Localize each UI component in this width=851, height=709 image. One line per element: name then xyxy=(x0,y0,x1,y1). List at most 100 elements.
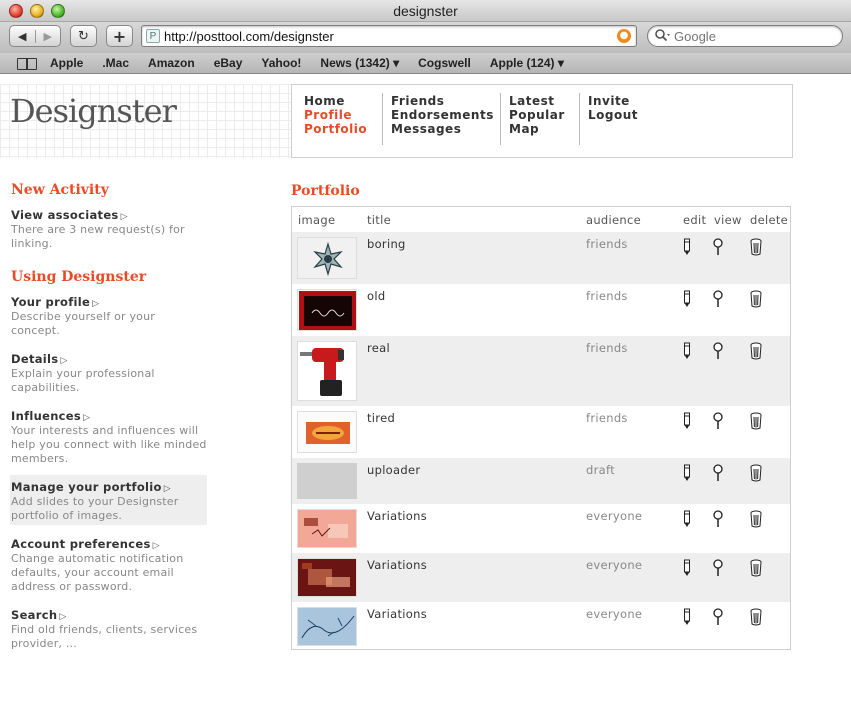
delete-trash-icon[interactable] xyxy=(749,464,765,482)
manage-portfolio-link[interactable]: Manage your portfolio xyxy=(11,480,162,494)
star-ornament-thumbnail[interactable] xyxy=(297,237,357,279)
nav-logout-link[interactable]: Logout xyxy=(588,108,638,122)
nav-endorsements-link[interactable]: Endorsements xyxy=(391,108,494,122)
row-title[interactable]: old xyxy=(367,289,385,303)
table-header: image title audience edit view delete xyxy=(292,207,790,232)
delete-trash-icon[interactable] xyxy=(749,238,765,256)
search-link[interactable]: Search xyxy=(11,608,57,622)
your-profile-link[interactable]: Your profile xyxy=(11,295,90,309)
delete-trash-icon[interactable] xyxy=(749,559,765,577)
bookmark-apple-folder[interactable]: Apple (124) ▾ xyxy=(490,56,564,70)
site-header: Designster Home Profile Portfolio Friend… xyxy=(0,84,851,158)
view-magnifier-icon[interactable] xyxy=(712,464,728,482)
bookmark-apple[interactable]: Apple xyxy=(50,56,83,70)
view-magnifier-icon[interactable] xyxy=(712,510,728,528)
search-icon[interactable] xyxy=(654,28,672,47)
nav-invite-link[interactable]: Invite xyxy=(588,94,638,108)
row-title[interactable]: uploader xyxy=(367,463,420,477)
search-desc: Find old friends, clients, services prov… xyxy=(11,623,198,650)
search-input[interactable] xyxy=(674,29,834,44)
nav-friends-link[interactable]: Friends xyxy=(391,94,494,108)
delete-trash-icon[interactable] xyxy=(749,412,765,430)
view-magnifier-icon[interactable] xyxy=(712,559,728,577)
delete-trash-icon[interactable] xyxy=(749,342,765,360)
nav-column-1: Home Profile Portfolio xyxy=(304,94,367,136)
row-title[interactable]: tired xyxy=(367,411,395,425)
arrow-right-icon: ▷ xyxy=(163,484,171,494)
delete-trash-icon[interactable] xyxy=(749,510,765,528)
nav-latest-link[interactable]: Latest xyxy=(509,94,565,108)
bookmark-amazon[interactable]: Amazon xyxy=(148,56,195,70)
dark-sign-thumbnail[interactable] xyxy=(297,289,357,331)
sidebar-item-view-associates: View associates ▷ There are 3 new request… xyxy=(11,203,207,253)
portfolio-table: image title audience edit view delete bo… xyxy=(291,206,791,650)
sidebar-item-influences: Influences ▷ Your interests and influence… xyxy=(11,404,207,468)
add-bookmark-button[interactable]: + xyxy=(106,25,133,47)
blank-thumbnail[interactable] xyxy=(297,463,357,499)
using-designster-heading: Using Designster xyxy=(11,269,147,285)
delete-trash-icon[interactable] xyxy=(749,608,765,626)
view-magnifier-icon[interactable] xyxy=(712,290,728,308)
back-button[interactable]: ◀ xyxy=(10,30,35,43)
site-logo[interactable]: Designster xyxy=(10,92,177,130)
table-row: old friends xyxy=(292,284,790,336)
edit-pencil-icon[interactable] xyxy=(682,412,698,430)
details-link[interactable]: Details xyxy=(11,352,58,366)
influences-link[interactable]: Influences xyxy=(11,409,81,423)
nav-popular-link[interactable]: Popular xyxy=(509,108,565,122)
red-variation-thumbnail[interactable] xyxy=(297,558,357,597)
manage-portfolio-desc: Add slides to your Designster portfolio … xyxy=(11,495,179,522)
edit-pencil-icon[interactable] xyxy=(682,608,698,626)
edit-pencil-icon[interactable] xyxy=(682,510,698,528)
bookmark-ebay[interactable]: eBay xyxy=(214,56,243,70)
nav-portfolio-link[interactable]: Portfolio xyxy=(304,122,367,136)
address-bar[interactable]: P http://posttool.com/designster ● xyxy=(141,25,637,47)
table-row: Variations everyone xyxy=(292,553,790,602)
nav-profile-link[interactable]: Profile xyxy=(304,108,367,122)
arrow-right-icon: ▷ xyxy=(83,413,90,423)
delete-trash-icon[interactable] xyxy=(749,290,765,308)
row-audience: friends xyxy=(586,341,628,355)
blue-variation-thumbnail[interactable] xyxy=(297,607,357,646)
view-magnifier-icon[interactable] xyxy=(712,412,728,430)
new-activity-heading: New Activity xyxy=(11,182,109,198)
row-title[interactable]: real xyxy=(367,341,390,355)
nav-map-link[interactable]: Map xyxy=(509,122,565,136)
sidebar-item-your-profile: Your profile ▷ Describe yourself or your … xyxy=(11,290,207,340)
sidebar-item-account-preferences: Account preferences ▷ Change automatic no… xyxy=(11,532,207,596)
forward-button[interactable]: ▶ xyxy=(34,29,61,43)
row-title[interactable]: Variations xyxy=(367,558,427,572)
edit-pencil-icon[interactable] xyxy=(682,238,698,256)
bookmarks-book-icon[interactable] xyxy=(16,57,38,70)
search-bar[interactable] xyxy=(647,25,843,47)
nav-messages-link[interactable]: Messages xyxy=(391,122,494,136)
row-title[interactable]: boring xyxy=(367,237,406,251)
bookmark-news-folder[interactable]: News (1342) ▾ xyxy=(320,56,399,70)
edit-pencil-icon[interactable] xyxy=(682,342,698,360)
column-header-view: view xyxy=(714,213,742,227)
view-magnifier-icon[interactable] xyxy=(712,342,728,360)
url-text[interactable]: http://posttool.com/designster xyxy=(164,29,334,44)
edit-pencil-icon[interactable] xyxy=(682,290,698,308)
edit-pencil-icon[interactable] xyxy=(682,559,698,577)
bookmark-mac[interactable]: .Mac xyxy=(102,56,129,70)
row-title[interactable]: Variations xyxy=(367,607,427,621)
nav-home-link[interactable]: Home xyxy=(304,94,367,108)
power-drill-thumbnail[interactable] xyxy=(297,341,357,401)
orange-pattern-thumbnail[interactable] xyxy=(297,411,357,453)
view-magnifier-icon[interactable] xyxy=(712,238,728,256)
window-title: designster xyxy=(393,3,458,19)
bookmark-cogswell[interactable]: Cogswell xyxy=(418,56,471,70)
view-associates-link[interactable]: View associates xyxy=(11,208,119,222)
row-title[interactable]: Variations xyxy=(367,509,427,523)
arrow-right-icon: ▷ xyxy=(120,212,128,222)
window-titlebar: designster xyxy=(0,0,851,22)
bookmark-yahoo[interactable]: Yahoo! xyxy=(261,56,301,70)
rss-icon[interactable]: ● xyxy=(617,29,631,43)
edit-pencil-icon[interactable] xyxy=(682,464,698,482)
pink-variation-thumbnail[interactable] xyxy=(297,509,357,548)
account-preferences-link[interactable]: Account preferences xyxy=(11,537,151,551)
view-magnifier-icon[interactable] xyxy=(712,608,728,626)
reload-button[interactable]: ↻ xyxy=(70,25,97,47)
column-header-delete: delete xyxy=(750,213,789,227)
